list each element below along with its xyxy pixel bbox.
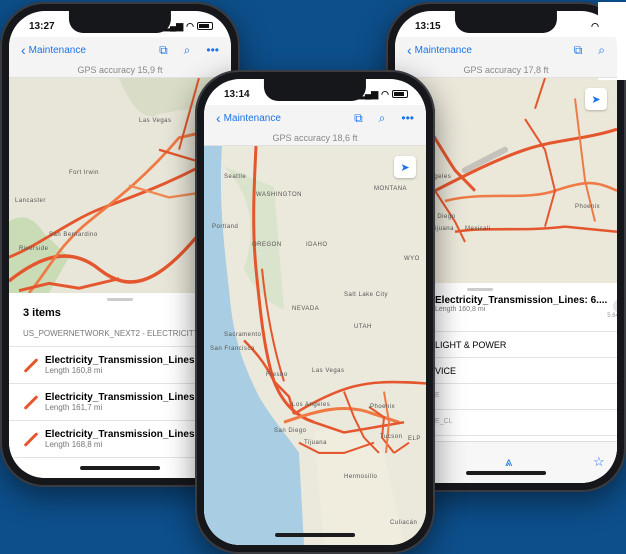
notch bbox=[263, 79, 367, 101]
map-label: Salt Lake City bbox=[344, 292, 389, 298]
status-time: 13:14 bbox=[224, 88, 250, 100]
feature-title: Electricity_Transmission_Lines bbox=[45, 429, 195, 440]
map-label: Fort Irwin bbox=[69, 170, 100, 176]
layers-icon[interactable]: ⧉ bbox=[574, 43, 583, 58]
map-label: Tucson bbox=[380, 434, 403, 440]
more-icon[interactable]: ••• bbox=[401, 111, 414, 126]
map-label: Los Angeles bbox=[292, 402, 331, 408]
attribute-row: VICE bbox=[435, 358, 617, 384]
map-label: ELP bbox=[408, 436, 421, 442]
map-label: San Diego bbox=[274, 428, 307, 434]
status-time: 13:15 bbox=[415, 20, 441, 32]
phone-center: 13:14 ▂▄▆ ◠ ‹ Maintenance ⧉ ⌕ ••• GPS accura… bbox=[195, 70, 435, 554]
locate-button[interactable]: ➤ bbox=[394, 156, 416, 178]
attribute-row: E_CL bbox=[435, 410, 617, 436]
back-button[interactable]: ‹ Maintenance bbox=[21, 43, 86, 57]
chevron-left-icon: ‹ bbox=[216, 110, 221, 126]
feature-length: Length 160,8 mi bbox=[435, 306, 486, 313]
search-icon[interactable]: ⌕ bbox=[598, 43, 605, 58]
map-label: NEVADA bbox=[292, 306, 320, 312]
battery-icon bbox=[392, 90, 408, 98]
gps-accuracy: GPS accuracy 15,9 ft bbox=[9, 63, 231, 78]
navigation-arrow-icon: ➤ bbox=[591, 93, 601, 106]
map-label: MONTANA bbox=[374, 186, 408, 192]
map-label: Phoenix bbox=[575, 204, 601, 210]
wifi-icon: ◠ bbox=[381, 88, 389, 99]
nav-bar: ‹ Maintenance ⧉ ⌕ bbox=[395, 37, 617, 63]
map-label: Riverside bbox=[19, 246, 49, 252]
map-label: Hermosillo bbox=[344, 474, 378, 480]
map-label: IDAHO bbox=[306, 242, 328, 248]
map-label: Portland bbox=[212, 224, 239, 230]
layers-icon[interactable]: ⧉ bbox=[159, 43, 168, 58]
map-label: OREGON bbox=[252, 242, 282, 248]
wifi-icon: ◠ bbox=[186, 20, 194, 31]
map-view[interactable]: ➤ Seattle WASHINGTON Portland OREGON IDA… bbox=[204, 146, 426, 545]
chevron-left-icon: ‹ bbox=[21, 42, 26, 58]
gps-accuracy: GPS accuracy 18,6 ft bbox=[204, 131, 426, 146]
back-button[interactable]: ‹ Maintenance bbox=[407, 43, 472, 57]
map-label: WASHINGTON bbox=[256, 192, 303, 198]
back-button[interactable]: ‹ Maintenance bbox=[216, 111, 281, 125]
back-label: Maintenance bbox=[28, 44, 86, 56]
phone-center-screen: 13:14 ▂▄▆ ◠ ‹ Maintenance ⧉ ⌕ ••• GPS accura… bbox=[204, 79, 426, 545]
more-icon[interactable]: ••• bbox=[206, 43, 219, 58]
navigation-arrow-icon: ➤ bbox=[400, 161, 410, 174]
map-label: Lancaster bbox=[15, 198, 46, 204]
line-feature-icon bbox=[21, 393, 39, 411]
map-label: Sacramento bbox=[224, 332, 262, 338]
line-feature-icon bbox=[21, 430, 39, 448]
search-icon[interactable]: ⌕ bbox=[184, 43, 191, 58]
map-label: Culiacán bbox=[390, 520, 418, 526]
feature-header: Electricity_Transmission_Lines: 6.... Le… bbox=[435, 291, 617, 332]
feature-length: Length 160,8 mi bbox=[45, 366, 103, 375]
nav-bar: ‹ Maintenance ⧉ ⌕ ••• bbox=[9, 37, 231, 63]
map-label: Seattle bbox=[224, 174, 247, 180]
feature-length: Length 161,7 mi bbox=[45, 403, 103, 412]
locate-button[interactable]: ➤ bbox=[585, 88, 607, 110]
back-label: Maintenance bbox=[414, 44, 472, 56]
notch bbox=[454, 11, 558, 33]
feature-title: Electricity_Transmission_Lines bbox=[45, 355, 195, 366]
map-label: UTAH bbox=[354, 324, 372, 330]
map-label: Las Vegas bbox=[312, 368, 345, 374]
attribute-row: LIGHT & POWER bbox=[435, 332, 617, 358]
chevron-left-icon: ‹ bbox=[407, 42, 412, 58]
map-label: San Bernardino bbox=[49, 232, 98, 238]
feature-title: Electricity_Transmission_Lines: 6.... bbox=[435, 295, 608, 306]
search-icon[interactable]: ⌕ bbox=[379, 111, 386, 126]
feature-title: Electricity_Transmission_Lines bbox=[45, 392, 195, 403]
feature-length: Length 168,8 mi bbox=[45, 440, 103, 449]
nav-bar: ‹ Maintenance ⧉ ⌕ ••• bbox=[204, 105, 426, 131]
line-feature-icon bbox=[21, 356, 39, 374]
map-label: Fresno bbox=[266, 372, 288, 378]
map-label: Tijuana bbox=[304, 440, 327, 446]
back-label: Maintenance bbox=[223, 112, 281, 124]
home-indicator bbox=[80, 466, 160, 470]
map-label: Mexicali bbox=[465, 226, 491, 232]
feature-distance: 5.649,0 mi bbox=[607, 313, 617, 319]
attribute-row: E bbox=[435, 384, 617, 410]
wifi-icon: ◠ bbox=[591, 20, 599, 31]
map-label: Phoenix bbox=[370, 404, 396, 410]
star-icon[interactable]: ☆ bbox=[593, 454, 605, 470]
status-time: 13:27 bbox=[29, 20, 55, 32]
home-indicator bbox=[466, 471, 546, 475]
battery-icon bbox=[197, 22, 213, 30]
map-label: Las Vegas bbox=[139, 118, 172, 124]
layers-icon[interactable]: ⧉ bbox=[354, 111, 363, 126]
gps-accuracy: GPS accuracy 17,8 ft bbox=[395, 63, 617, 78]
map-label: WYO bbox=[404, 256, 420, 262]
home-indicator bbox=[275, 533, 355, 537]
close-button[interactable]: ✕ bbox=[613, 298, 617, 313]
map-label: San Francisco bbox=[210, 346, 255, 352]
directions-icon[interactable]: ⩓ bbox=[505, 454, 512, 470]
notch bbox=[68, 11, 172, 33]
